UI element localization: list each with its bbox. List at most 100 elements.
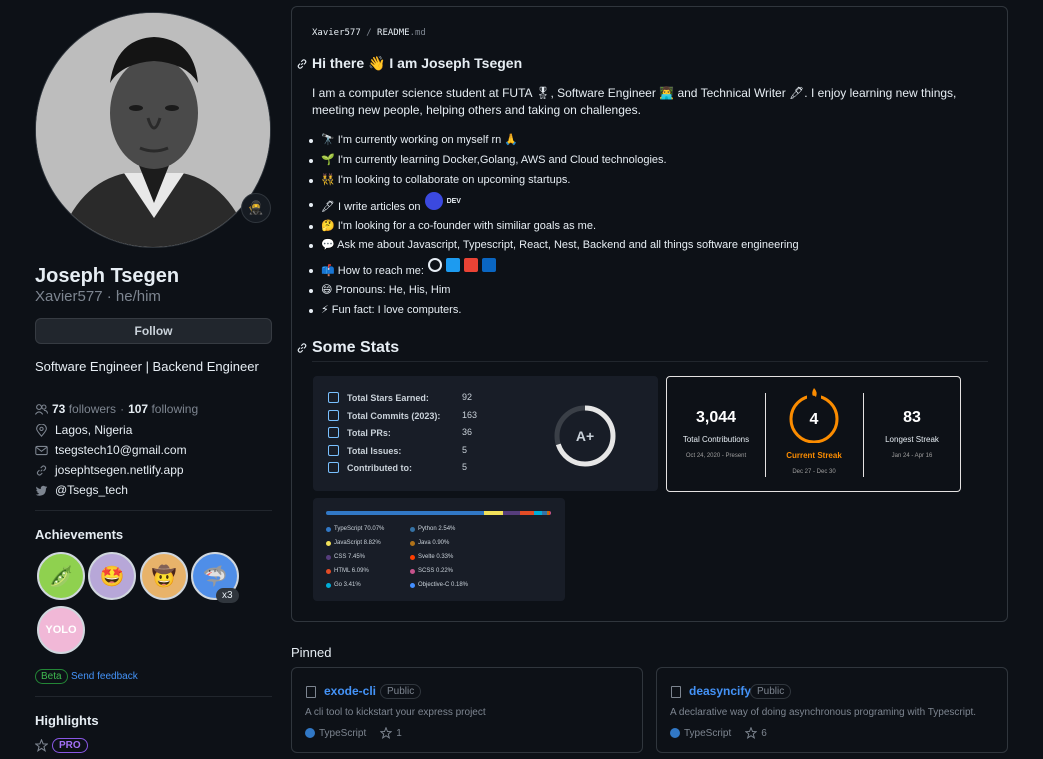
sidebar-divider (35, 696, 272, 697)
repo-stars[interactable]: 6 (761, 728, 767, 739)
sidebar-divider (35, 510, 272, 511)
stats-heading-text: Some Stats (312, 339, 400, 356)
pinned-repo-card: deasyncify Public A declarative way of d… (656, 667, 1008, 753)
language-label: TypeScript 70.07% (334, 526, 385, 532)
language-bar-segment (483, 511, 504, 515)
language-item: SCSS 0.22% (410, 568, 453, 574)
gmail-icon[interactable] (463, 258, 478, 272)
profile-bio: Software Engineer | Backend Engineer (35, 359, 259, 374)
repo-language: TypeScript (684, 727, 732, 739)
anchor-link-icon[interactable] (296, 342, 308, 354)
dev-logo-icon[interactable] (424, 192, 443, 210)
star-icon[interactable] (380, 727, 393, 739)
anchor-link-icon[interactable] (296, 58, 308, 70)
readme-card: Xavier577 / README.md Hi there 👋 I am Jo… (291, 6, 1008, 622)
stat-value: 163 (462, 410, 478, 420)
profile-sidebar: 🥷 Joseph Tsegen Xavier577 · he/him Follo… (35, 12, 272, 753)
follow-button[interactable]: Follow (35, 318, 272, 344)
twitter-icon[interactable] (445, 258, 460, 272)
followers-link[interactable]: 73 followers (52, 402, 116, 416)
achievement-quickdraw[interactable]: 🤠 (140, 552, 188, 600)
status-emoji: 🥷 (247, 200, 265, 215)
language-label: Java 0.90% (418, 540, 450, 546)
status-emoji-button[interactable]: 🥷 (241, 193, 271, 223)
email-row[interactable]: tsegstech10@gmail.com (35, 443, 187, 457)
repo-icon (328, 462, 339, 473)
linkedin-icon[interactable] (481, 258, 496, 272)
list-item: ⚡ Fun fact: I love computers. (308, 304, 462, 316)
longest-streak: 83 Longest Streak Jan 24 - Apr 16 (885, 409, 939, 459)
twitter-row[interactable]: @Tsegs_tech (35, 483, 128, 497)
pinned-repo-card: exode-cli Public A cli tool to kickstart… (291, 667, 643, 753)
github-stats-card: Total Stars Earned: 92 Total Commits (20… (313, 376, 658, 491)
language-item: JavaScript 8.82% (326, 540, 381, 546)
history-icon (328, 410, 339, 421)
language-item: Java 0.90% (410, 540, 449, 546)
fire-icon (812, 388, 817, 397)
language-color-dot (326, 568, 331, 574)
streak-card: 3,044 Total Contributions Oct 24, 2020 -… (666, 376, 961, 492)
visibility-badge: Public (750, 684, 792, 699)
stat-row: Total PRs: (328, 427, 391, 438)
link-icon (36, 465, 47, 475)
stat-value: 5 (462, 462, 468, 472)
achievement-yolo[interactable]: YOLO (37, 606, 85, 654)
following-link[interactable]: 107 following (128, 402, 198, 416)
language-item: Go 3.41% (326, 582, 361, 588)
language-label: Objective-C 0.18% (418, 582, 469, 588)
website-text: josephtsegen.netlify.app (55, 463, 184, 477)
readme-breadcrumb: Xavier577 / README.md (312, 28, 426, 38)
twitter-text: @Tsegs_tech (55, 483, 128, 497)
profile-avatar[interactable] (35, 12, 271, 248)
achievements-heading: Achievements (35, 527, 124, 542)
language-color-dot (326, 526, 331, 532)
list-item: 🖋 I write articles on DEV (309, 192, 461, 215)
stat-value: 36 (462, 427, 473, 437)
language-item: Python 2.54% (410, 526, 455, 532)
profile-login-line: Xavier577 · he/him (35, 288, 161, 305)
readme-owner[interactable]: Xavier577 (312, 28, 361, 38)
dev-label[interactable]: DEV (447, 198, 461, 205)
list-item: 📫 How to reach me: (309, 258, 496, 277)
rank-grade: A+ (576, 428, 594, 444)
send-feedback-link[interactable]: Send feedback (71, 671, 138, 682)
repo-name-link[interactable]: deasyncify (689, 684, 751, 698)
star-icon[interactable] (745, 727, 758, 739)
repo-language: TypeScript (319, 727, 367, 739)
list-item: 🔭 I'm currently working on myself rn 🙏 (309, 134, 518, 146)
pea-pod-icon: 🫛 (48, 565, 74, 588)
twitter-icon (35, 485, 48, 496)
repo-name-link[interactable]: exode-cli (324, 684, 376, 698)
stat-row: Total Issues: (328, 445, 401, 456)
cowboy-icon: 🤠 (151, 565, 177, 588)
website-row[interactable]: josephtsegen.netlify.app (35, 463, 184, 477)
github-icon[interactable] (427, 258, 442, 272)
star-eyes-icon: 🤩 (99, 565, 125, 588)
visibility-badge: Public (380, 684, 422, 699)
language-color-dot (326, 540, 331, 546)
login-separator: · (106, 288, 116, 305)
profile-pronouns: he/him (115, 288, 161, 305)
list-item: 💬 Ask me about Javascript, Typescript, R… (309, 239, 799, 251)
current-streak: 4 Current Streak Dec 27 - Dec 30 (765, 377, 863, 493)
stat-row: Contributed to: (328, 462, 412, 473)
language-label: CSS 7.45% (334, 554, 366, 560)
profile-login: Xavier577 (35, 288, 103, 305)
language-item: Objective-C 0.18% (410, 582, 468, 588)
achievement-starstruck[interactable]: 🤩 (88, 552, 136, 600)
pinned-heading: Pinned (291, 645, 332, 660)
star-icon (35, 739, 48, 752)
avatar-portrait (36, 13, 270, 247)
achievement-pair-extraordinaire[interactable]: 🫛 (37, 552, 85, 600)
mail-icon (35, 445, 48, 455)
repo-description: A declarative way of doing asynchronous … (670, 707, 977, 718)
language-item: CSS 7.45% (326, 554, 365, 560)
star-icon (328, 392, 339, 403)
repo-stars[interactable]: 1 (396, 728, 402, 739)
language-bar (326, 511, 551, 515)
language-label: Go 3.41% (334, 582, 361, 588)
people-icon (35, 403, 48, 415)
list-item: 👯 I'm looking to collaborate on upcoming… (308, 174, 571, 186)
stats-heading: Some Stats (296, 339, 399, 357)
achievement-count-badge: x3 (216, 588, 239, 603)
